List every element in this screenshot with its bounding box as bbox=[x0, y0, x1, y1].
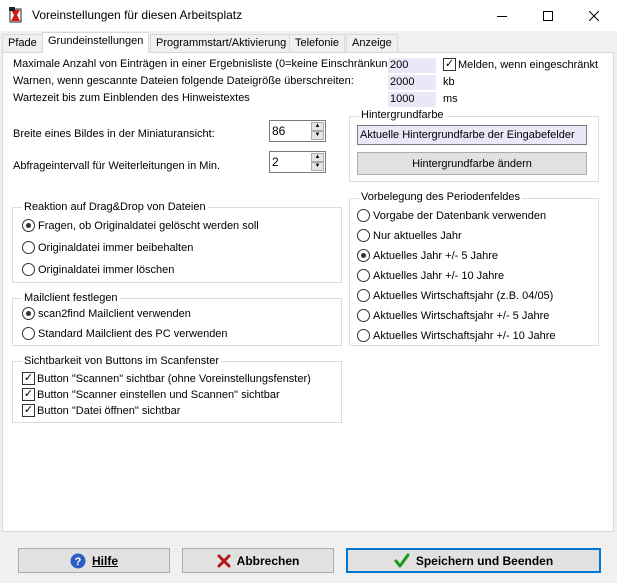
app-icon bbox=[9, 7, 22, 23]
radio-empty-icon bbox=[357, 269, 370, 282]
radio-selected-icon bbox=[357, 249, 370, 262]
tab-telefonie[interactable]: Telefonie bbox=[289, 34, 346, 52]
tab-programmstart[interactable]: Programmstart/Aktivierung bbox=[150, 34, 293, 52]
radio-dragdrop-delete[interactable]: Originaldatei immer löschen bbox=[22, 263, 174, 276]
checkbox-open-file-button[interactable]: ✓ Button "Datei öffnen" sichtbar bbox=[22, 404, 180, 417]
checkmark-icon: ✓ bbox=[22, 372, 35, 385]
radio-label: scan2find Mailclient verwenden bbox=[38, 307, 191, 320]
checkbox-label: Button "Datei öffnen" sichtbar bbox=[37, 404, 181, 417]
checkbox-label: Button "Scannen" sichtbar (ohne Voreinst… bbox=[37, 372, 311, 385]
radio-label: Aktuelles Jahr +/- 10 Jahre bbox=[373, 269, 505, 282]
save-button[interactable]: Speichern und Beenden bbox=[346, 548, 601, 573]
tab-grundeinstellungen[interactable]: Grundeinstellungen bbox=[42, 32, 150, 53]
mailclient-group-title: Mailclient festlegen bbox=[22, 292, 120, 304]
checkmark-icon: ✓ bbox=[22, 404, 35, 417]
warn-size-unit: kb bbox=[443, 76, 455, 88]
spin-up-icon[interactable]: ▲ bbox=[311, 153, 324, 162]
tab-panel: Maximale Anzahl von Einträgen in einer E… bbox=[2, 52, 614, 532]
visibility-group-title: Sichtbarkeit von Buttons im Scanfenster bbox=[22, 355, 222, 367]
radio-period-current-5[interactable]: Aktuelles Jahr +/- 5 Jahre bbox=[357, 249, 498, 262]
radio-period-current-10[interactable]: Aktuelles Jahr +/- 10 Jahre bbox=[357, 269, 504, 282]
save-label: Speichern und Beenden bbox=[415, 553, 554, 568]
question-icon: ? bbox=[70, 553, 86, 569]
radio-label: Aktuelles Wirtschaftsjahr (z.B. 04/05) bbox=[373, 289, 554, 302]
radio-empty-icon bbox=[22, 263, 35, 276]
spin-down-icon[interactable]: ▼ bbox=[311, 162, 324, 171]
thumb-width-value: 86 bbox=[272, 124, 286, 138]
change-background-button[interactable]: Hintergrundfarbe ändern bbox=[357, 152, 587, 175]
tab-anzeige[interactable]: Anzeige bbox=[346, 34, 398, 52]
close-icon[interactable] bbox=[571, 0, 617, 31]
radio-empty-icon bbox=[357, 329, 370, 342]
report-limited-checkbox[interactable]: ✓ Melden, wenn eingeschränkt bbox=[443, 58, 598, 71]
cancel-button[interactable]: Abbrechen bbox=[182, 548, 334, 573]
radio-label: Aktuelles Jahr +/- 5 Jahre bbox=[373, 249, 499, 262]
checkmark-icon: ✓ bbox=[443, 58, 456, 71]
max-entries-label: Maximale Anzahl von Einträgen in einer E… bbox=[13, 58, 401, 70]
radio-selected-icon bbox=[22, 219, 35, 232]
radio-label: Standard Mailclient des PC verwenden bbox=[38, 327, 228, 340]
checkmark-icon bbox=[394, 553, 410, 569]
radio-label: Vorgabe der Datenbank verwenden bbox=[373, 209, 547, 222]
wait-time-label: Wartezeit bis zum Einblenden des Hinweis… bbox=[13, 92, 250, 104]
spin-down-icon[interactable]: ▼ bbox=[311, 131, 324, 140]
title-bar: Voreinstellungen für diesen Arbeitsplatz bbox=[0, 0, 617, 31]
radio-period-current[interactable]: Nur aktuelles Jahr bbox=[357, 229, 462, 242]
background-group-title: Hintergrundfarbe bbox=[359, 109, 446, 121]
poll-interval-value: 2 bbox=[272, 155, 279, 169]
max-entries-field[interactable]: 200 bbox=[388, 58, 436, 73]
window-title: Voreinstellungen für diesen Arbeitsplatz bbox=[32, 8, 243, 22]
checkmark-icon: ✓ bbox=[22, 388, 35, 401]
checkbox-label: Button "Scanner einstellen und Scannen" … bbox=[37, 388, 280, 401]
radio-mail-scan2find[interactable]: scan2find Mailclient verwenden bbox=[22, 307, 191, 320]
maximize-icon[interactable] bbox=[525, 0, 571, 31]
radio-empty-icon bbox=[357, 309, 370, 322]
thumb-width-spinner[interactable]: 86 ▲ ▼ bbox=[269, 120, 326, 142]
wait-time-field[interactable]: 1000 bbox=[388, 92, 436, 107]
help-button[interactable]: ? Hilfe bbox=[18, 548, 170, 573]
period-group-title: Vorbelegung des Periodenfeldes bbox=[359, 191, 523, 203]
radio-selected-icon bbox=[22, 307, 35, 320]
radio-period-fiscal[interactable]: Aktuelles Wirtschaftsjahr (z.B. 04/05) bbox=[357, 289, 553, 302]
radio-empty-icon bbox=[22, 241, 35, 254]
x-icon bbox=[217, 554, 231, 568]
svg-text:?: ? bbox=[75, 556, 82, 568]
checkbox-scanner-setup-button[interactable]: ✓ Button "Scanner einstellen und Scannen… bbox=[22, 388, 280, 401]
radio-empty-icon bbox=[357, 229, 370, 242]
radio-mail-standard[interactable]: Standard Mailclient des PC verwenden bbox=[22, 327, 228, 340]
warn-size-field[interactable]: 2000 bbox=[388, 75, 436, 90]
radio-dragdrop-keep[interactable]: Originaldatei immer beibehalten bbox=[22, 241, 193, 254]
radio-label: Aktuelles Wirtschaftsjahr +/- 10 Jahre bbox=[373, 329, 556, 342]
radio-dragdrop-ask[interactable]: Fragen, ob Originaldatei gelöscht werden… bbox=[22, 219, 259, 232]
warn-size-label: Warnen, wenn gescannte Dateien folgende … bbox=[13, 75, 354, 87]
radio-label: Originaldatei immer beibehalten bbox=[38, 241, 194, 254]
current-background-color: Aktuelle Hintergrundfarbe der Eingabefel… bbox=[357, 125, 587, 145]
tab-pfade[interactable]: Pfade bbox=[2, 34, 43, 52]
radio-label: Nur aktuelles Jahr bbox=[373, 229, 462, 242]
thumb-width-label: Breite eines Bildes in der Miniaturansic… bbox=[13, 128, 215, 140]
radio-label: Originaldatei immer löschen bbox=[38, 263, 175, 276]
radio-period-fiscal-5[interactable]: Aktuelles Wirtschaftsjahr +/- 5 Jahre bbox=[357, 309, 549, 322]
help-label: Hilfe bbox=[91, 553, 118, 568]
report-limited-label: Melden, wenn eingeschränkt bbox=[458, 58, 599, 71]
poll-interval-label: Abfrageintervall für Weiterleitungen in … bbox=[13, 160, 221, 172]
radio-empty-icon bbox=[357, 289, 370, 302]
spin-up-icon[interactable]: ▲ bbox=[311, 122, 324, 131]
poll-interval-spinner[interactable]: 2 ▲ ▼ bbox=[269, 151, 326, 173]
radio-label: Aktuelles Wirtschaftsjahr +/- 5 Jahre bbox=[373, 309, 550, 322]
radio-empty-icon bbox=[357, 209, 370, 222]
radio-label: Fragen, ob Originaldatei gelöscht werden… bbox=[38, 219, 259, 232]
cancel-label: Abbrechen bbox=[236, 553, 300, 568]
checkbox-scan-button[interactable]: ✓ Button "Scannen" sichtbar (ohne Vorein… bbox=[22, 372, 311, 385]
radio-period-fiscal-10[interactable]: Aktuelles Wirtschaftsjahr +/- 10 Jahre bbox=[357, 329, 556, 342]
radio-period-database[interactable]: Vorgabe der Datenbank verwenden bbox=[357, 209, 546, 222]
radio-empty-icon bbox=[22, 327, 35, 340]
tab-strip: Pfade Grundeinstellungen Programmstart/A… bbox=[2, 32, 614, 53]
minimize-icon[interactable] bbox=[479, 0, 525, 31]
dragdrop-group-title: Reaktion auf Drag&Drop von Dateien bbox=[22, 201, 208, 213]
wait-time-unit: ms bbox=[443, 93, 458, 105]
